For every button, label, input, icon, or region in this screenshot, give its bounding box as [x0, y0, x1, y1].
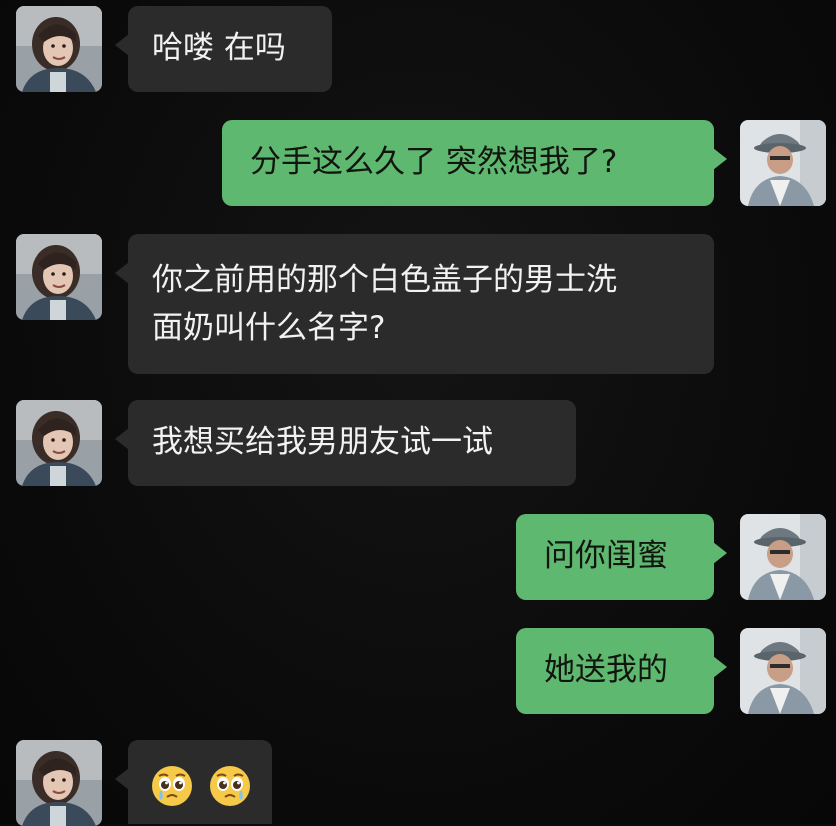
message-text: 问你闺蜜 [544, 538, 668, 574]
incoming-emoji-message[interactable] [115, 740, 272, 824]
message-text: 她送我的 [544, 652, 668, 688]
man-with-hat-avatar-icon [740, 628, 826, 714]
outgoing-message[interactable]: 分手这么久了 突然想我了? [222, 120, 727, 206]
girl-avatar-icon [16, 6, 102, 92]
avatar-man[interactable] [740, 628, 826, 714]
message-text: 分手这么久了 突然想我了? [250, 144, 618, 180]
outgoing-message[interactable]: 问你闺蜜 [516, 514, 727, 600]
message-text: 我想买给我男朋友试一试 [152, 424, 493, 460]
message-text-line-2: 面奶叫什么名字? [152, 310, 386, 346]
avatar-girl[interactable] [16, 740, 102, 826]
incoming-message[interactable]: 哈喽 在吗 [115, 6, 332, 92]
avatar-man[interactable] [740, 120, 826, 206]
pleading-face-icon [208, 764, 252, 808]
avatar-girl[interactable] [16, 234, 102, 320]
incoming-message[interactable]: 你之前用的那个白色盖子的男士洗 面奶叫什么名字? [115, 234, 714, 374]
avatar-girl[interactable] [16, 400, 102, 486]
incoming-message[interactable]: 我想买给我男朋友试一试 [115, 400, 576, 486]
man-with-hat-avatar-icon [740, 514, 826, 600]
outgoing-message[interactable]: 她送我的 [516, 628, 727, 714]
pleading-face-icon [150, 764, 194, 808]
girl-avatar-icon [16, 740, 102, 826]
chat-area: 哈喽 在吗 分手这么久了 突然想我了? 你之前用的那个白色盖子的男士洗 面奶叫什… [0, 0, 836, 826]
avatar-man[interactable] [740, 514, 826, 600]
message-text: 哈喽 在吗 [152, 30, 286, 66]
avatar-girl[interactable] [16, 6, 102, 92]
message-text-line-1: 你之前用的那个白色盖子的男士洗 [152, 262, 617, 298]
man-with-hat-avatar-icon [740, 120, 826, 206]
girl-avatar-icon [16, 234, 102, 320]
girl-avatar-icon [16, 400, 102, 486]
